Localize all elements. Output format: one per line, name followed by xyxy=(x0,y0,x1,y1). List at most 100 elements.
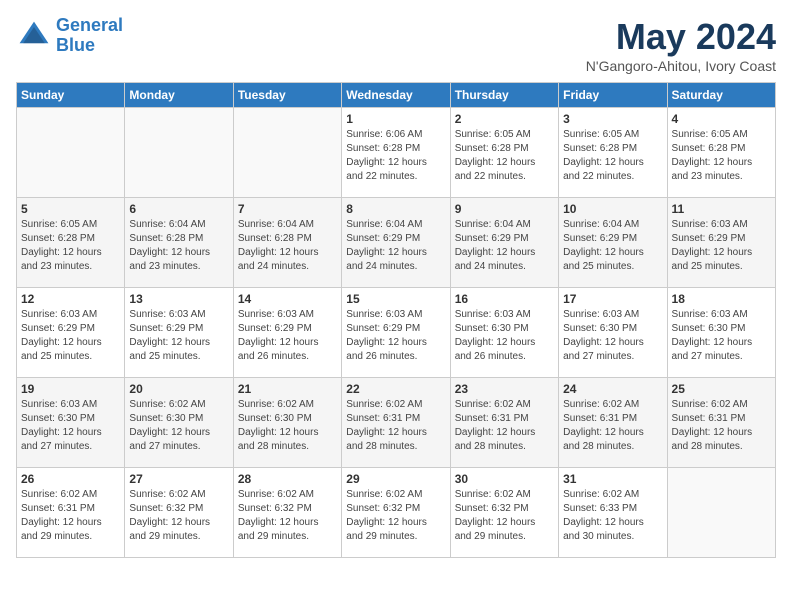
weekday-header-thursday: Thursday xyxy=(450,83,558,108)
day-number: 4 xyxy=(672,112,771,126)
week-row-3: 12 Sunrise: 6:03 AM Sunset: 6:29 PM Dayl… xyxy=(17,288,776,378)
calendar-cell: 24 Sunrise: 6:02 AM Sunset: 6:31 PM Dayl… xyxy=(559,378,667,468)
day-info: Sunrise: 6:02 AM Sunset: 6:31 PM Dayligh… xyxy=(672,398,771,454)
calendar-cell: 26 Sunrise: 6:02 AM Sunset: 6:31 PM Dayl… xyxy=(17,468,125,558)
day-info: Sunrise: 6:04 AM Sunset: 6:29 PM Dayligh… xyxy=(346,218,445,274)
day-number: 20 xyxy=(129,382,228,396)
day-number: 9 xyxy=(455,202,554,216)
day-number: 14 xyxy=(238,292,337,306)
calendar-cell xyxy=(233,108,341,198)
calendar-cell: 6 Sunrise: 6:04 AM Sunset: 6:28 PM Dayli… xyxy=(125,198,233,288)
day-number: 23 xyxy=(455,382,554,396)
day-number: 11 xyxy=(672,202,771,216)
calendar-cell: 15 Sunrise: 6:03 AM Sunset: 6:29 PM Dayl… xyxy=(342,288,450,378)
weekday-header-monday: Monday xyxy=(125,83,233,108)
day-number: 13 xyxy=(129,292,228,306)
calendar-cell: 23 Sunrise: 6:02 AM Sunset: 6:31 PM Dayl… xyxy=(450,378,558,468)
day-info: Sunrise: 6:02 AM Sunset: 6:31 PM Dayligh… xyxy=(455,398,554,454)
logo: General Blue xyxy=(16,16,123,56)
day-info: Sunrise: 6:02 AM Sunset: 6:32 PM Dayligh… xyxy=(455,488,554,544)
day-number: 30 xyxy=(455,472,554,486)
day-info: Sunrise: 6:02 AM Sunset: 6:30 PM Dayligh… xyxy=(238,398,337,454)
day-info: Sunrise: 6:04 AM Sunset: 6:29 PM Dayligh… xyxy=(455,218,554,274)
day-info: Sunrise: 6:03 AM Sunset: 6:29 PM Dayligh… xyxy=(21,308,120,364)
day-info: Sunrise: 6:02 AM Sunset: 6:33 PM Dayligh… xyxy=(563,488,662,544)
day-info: Sunrise: 6:02 AM Sunset: 6:30 PM Dayligh… xyxy=(129,398,228,454)
calendar-cell: 22 Sunrise: 6:02 AM Sunset: 6:31 PM Dayl… xyxy=(342,378,450,468)
calendar-cell: 17 Sunrise: 6:03 AM Sunset: 6:30 PM Dayl… xyxy=(559,288,667,378)
day-info: Sunrise: 6:03 AM Sunset: 6:29 PM Dayligh… xyxy=(346,308,445,364)
calendar-cell: 18 Sunrise: 6:03 AM Sunset: 6:30 PM Dayl… xyxy=(667,288,775,378)
day-number: 18 xyxy=(672,292,771,306)
day-number: 25 xyxy=(672,382,771,396)
day-info: Sunrise: 6:02 AM Sunset: 6:31 PM Dayligh… xyxy=(346,398,445,454)
weekday-header-sunday: Sunday xyxy=(17,83,125,108)
calendar-cell xyxy=(667,468,775,558)
day-number: 24 xyxy=(563,382,662,396)
day-info: Sunrise: 6:05 AM Sunset: 6:28 PM Dayligh… xyxy=(21,218,120,274)
week-row-5: 26 Sunrise: 6:02 AM Sunset: 6:31 PM Dayl… xyxy=(17,468,776,558)
day-info: Sunrise: 6:03 AM Sunset: 6:30 PM Dayligh… xyxy=(21,398,120,454)
calendar-cell: 13 Sunrise: 6:03 AM Sunset: 6:29 PM Dayl… xyxy=(125,288,233,378)
calendar-cell: 19 Sunrise: 6:03 AM Sunset: 6:30 PM Dayl… xyxy=(17,378,125,468)
calendar-cell: 31 Sunrise: 6:02 AM Sunset: 6:33 PM Dayl… xyxy=(559,468,667,558)
day-info: Sunrise: 6:04 AM Sunset: 6:29 PM Dayligh… xyxy=(563,218,662,274)
week-row-2: 5 Sunrise: 6:05 AM Sunset: 6:28 PM Dayli… xyxy=(17,198,776,288)
day-number: 5 xyxy=(21,202,120,216)
month-title: May 2024 xyxy=(586,16,776,58)
day-info: Sunrise: 6:05 AM Sunset: 6:28 PM Dayligh… xyxy=(563,128,662,184)
day-number: 26 xyxy=(21,472,120,486)
weekday-header-saturday: Saturday xyxy=(667,83,775,108)
calendar-cell: 4 Sunrise: 6:05 AM Sunset: 6:28 PM Dayli… xyxy=(667,108,775,198)
calendar-cell: 21 Sunrise: 6:02 AM Sunset: 6:30 PM Dayl… xyxy=(233,378,341,468)
calendar-cell: 16 Sunrise: 6:03 AM Sunset: 6:30 PM Dayl… xyxy=(450,288,558,378)
day-info: Sunrise: 6:02 AM Sunset: 6:32 PM Dayligh… xyxy=(129,488,228,544)
calendar-cell: 7 Sunrise: 6:04 AM Sunset: 6:28 PM Dayli… xyxy=(233,198,341,288)
day-number: 10 xyxy=(563,202,662,216)
day-info: Sunrise: 6:02 AM Sunset: 6:31 PM Dayligh… xyxy=(21,488,120,544)
calendar-cell: 9 Sunrise: 6:04 AM Sunset: 6:29 PM Dayli… xyxy=(450,198,558,288)
calendar-cell: 25 Sunrise: 6:02 AM Sunset: 6:31 PM Dayl… xyxy=(667,378,775,468)
calendar-cell: 28 Sunrise: 6:02 AM Sunset: 6:32 PM Dayl… xyxy=(233,468,341,558)
day-number: 16 xyxy=(455,292,554,306)
day-info: Sunrise: 6:03 AM Sunset: 6:29 PM Dayligh… xyxy=(672,218,771,274)
day-info: Sunrise: 6:04 AM Sunset: 6:28 PM Dayligh… xyxy=(238,218,337,274)
week-row-1: 1 Sunrise: 6:06 AM Sunset: 6:28 PM Dayli… xyxy=(17,108,776,198)
page-header: General Blue May 2024 N'Gangoro-Ahitou, … xyxy=(16,16,776,74)
day-info: Sunrise: 6:05 AM Sunset: 6:28 PM Dayligh… xyxy=(455,128,554,184)
day-number: 22 xyxy=(346,382,445,396)
calendar-cell: 10 Sunrise: 6:04 AM Sunset: 6:29 PM Dayl… xyxy=(559,198,667,288)
calendar-cell: 1 Sunrise: 6:06 AM Sunset: 6:28 PM Dayli… xyxy=(342,108,450,198)
calendar-cell xyxy=(17,108,125,198)
calendar-cell xyxy=(125,108,233,198)
day-info: Sunrise: 6:02 AM Sunset: 6:31 PM Dayligh… xyxy=(563,398,662,454)
week-row-4: 19 Sunrise: 6:03 AM Sunset: 6:30 PM Dayl… xyxy=(17,378,776,468)
weekday-header-tuesday: Tuesday xyxy=(233,83,341,108)
day-number: 27 xyxy=(129,472,228,486)
day-info: Sunrise: 6:06 AM Sunset: 6:28 PM Dayligh… xyxy=(346,128,445,184)
day-info: Sunrise: 6:02 AM Sunset: 6:32 PM Dayligh… xyxy=(346,488,445,544)
calendar-cell: 20 Sunrise: 6:02 AM Sunset: 6:30 PM Dayl… xyxy=(125,378,233,468)
calendar-cell: 27 Sunrise: 6:02 AM Sunset: 6:32 PM Dayl… xyxy=(125,468,233,558)
weekday-header-row: SundayMondayTuesdayWednesdayThursdayFrid… xyxy=(17,83,776,108)
day-number: 8 xyxy=(346,202,445,216)
day-number: 3 xyxy=(563,112,662,126)
logo-text: General Blue xyxy=(56,16,123,56)
calendar-cell: 30 Sunrise: 6:02 AM Sunset: 6:32 PM Dayl… xyxy=(450,468,558,558)
day-info: Sunrise: 6:03 AM Sunset: 6:30 PM Dayligh… xyxy=(455,308,554,364)
day-info: Sunrise: 6:03 AM Sunset: 6:29 PM Dayligh… xyxy=(129,308,228,364)
calendar-cell: 11 Sunrise: 6:03 AM Sunset: 6:29 PM Dayl… xyxy=(667,198,775,288)
day-info: Sunrise: 6:03 AM Sunset: 6:30 PM Dayligh… xyxy=(672,308,771,364)
day-info: Sunrise: 6:03 AM Sunset: 6:30 PM Dayligh… xyxy=(563,308,662,364)
day-number: 12 xyxy=(21,292,120,306)
location: N'Gangoro-Ahitou, Ivory Coast xyxy=(586,58,776,74)
day-info: Sunrise: 6:02 AM Sunset: 6:32 PM Dayligh… xyxy=(238,488,337,544)
calendar-cell: 14 Sunrise: 6:03 AM Sunset: 6:29 PM Dayl… xyxy=(233,288,341,378)
logo-icon xyxy=(16,18,52,54)
weekday-header-wednesday: Wednesday xyxy=(342,83,450,108)
day-number: 19 xyxy=(21,382,120,396)
day-number: 15 xyxy=(346,292,445,306)
day-number: 1 xyxy=(346,112,445,126)
calendar-cell: 5 Sunrise: 6:05 AM Sunset: 6:28 PM Dayli… xyxy=(17,198,125,288)
calendar: SundayMondayTuesdayWednesdayThursdayFrid… xyxy=(16,82,776,558)
